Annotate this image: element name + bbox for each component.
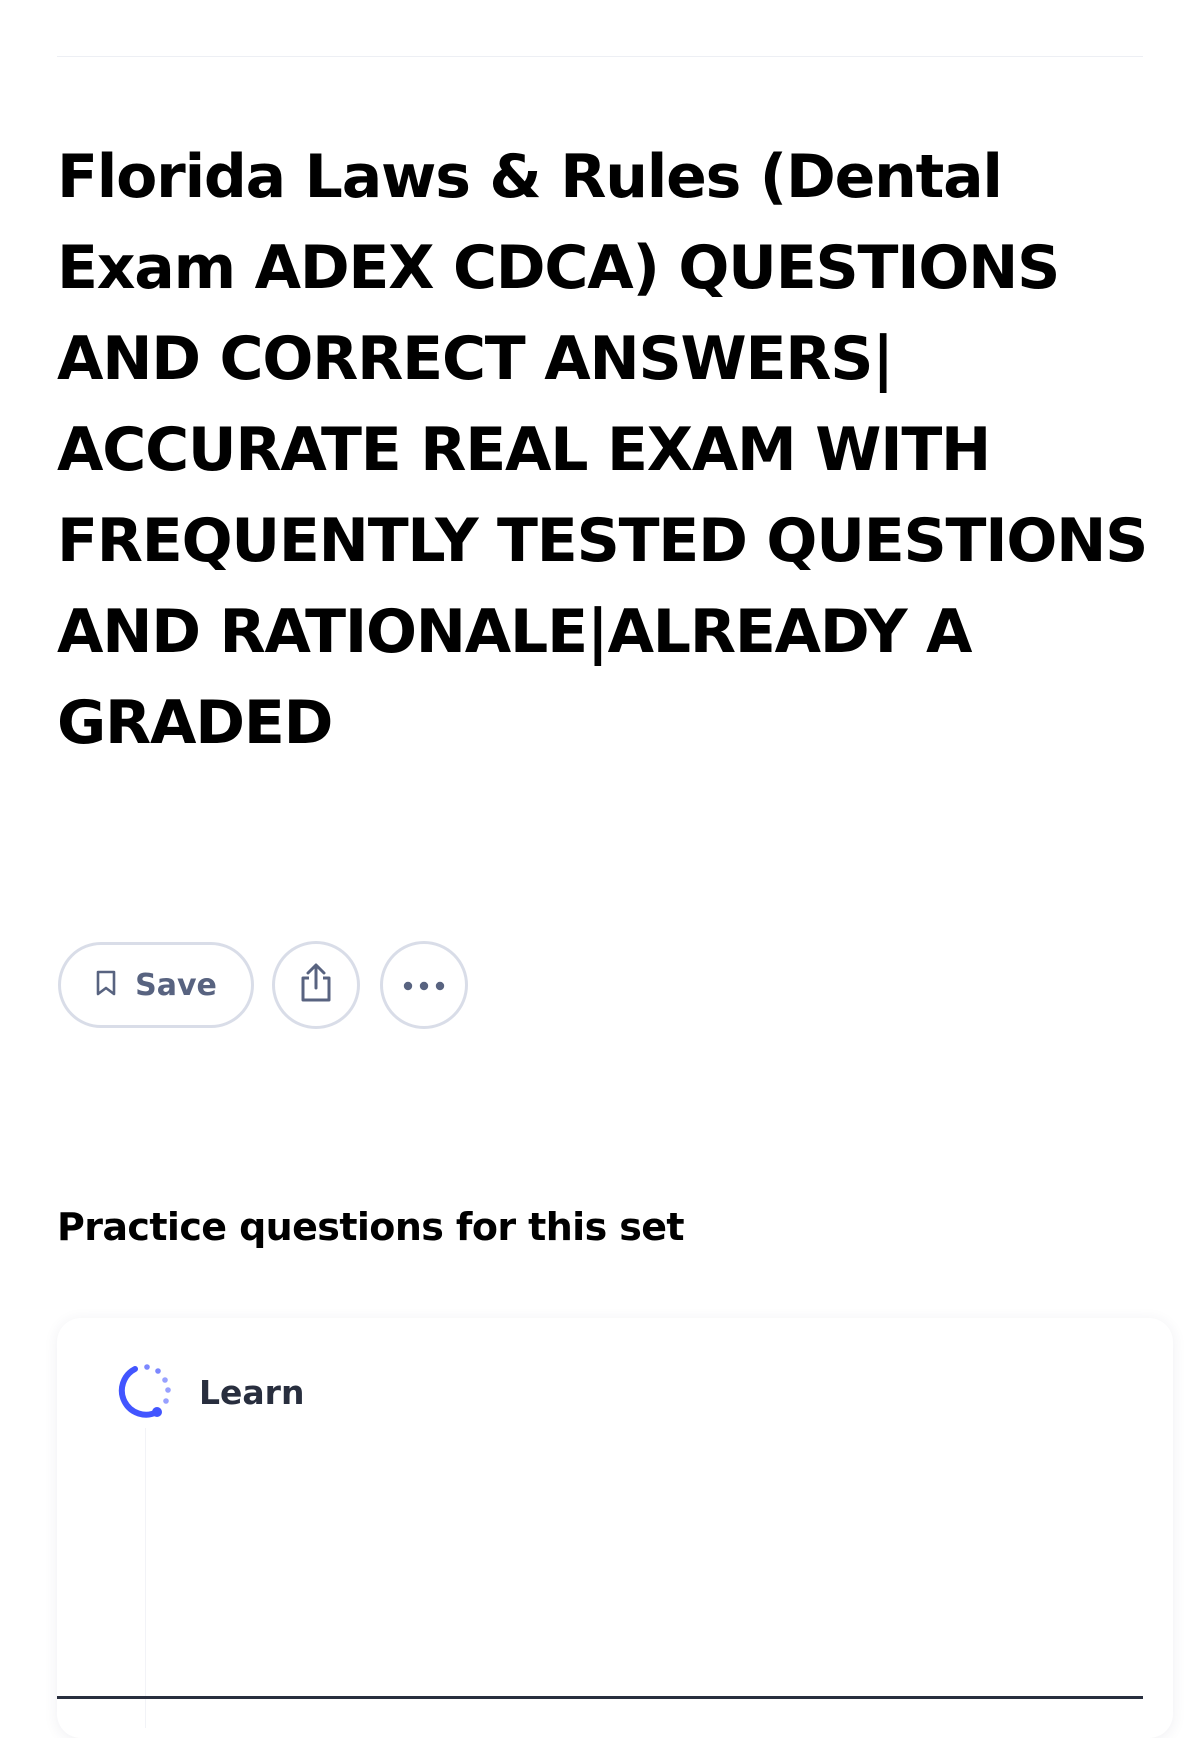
- more-dots-icon: [402, 976, 446, 995]
- share-button[interactable]: [272, 941, 360, 1029]
- learn-mode-label: Learn: [199, 1372, 305, 1412]
- page-title: Florida Laws & Rules (Dental Exam ADEX C…: [57, 142, 1148, 758]
- share-icon: [296, 962, 336, 1008]
- bottom-rule: [57, 1696, 1143, 1699]
- practice-section-heading: Practice questions for this set: [57, 1205, 685, 1249]
- set-action-bar: Save: [58, 940, 488, 1030]
- save-button[interactable]: Save: [58, 942, 254, 1028]
- learn-progress-icon: [113, 1358, 177, 1426]
- top-divider: [57, 56, 1143, 57]
- learn-mode-link[interactable]: Learn: [113, 1358, 304, 1426]
- practice-card: Learn: [57, 1318, 1173, 1738]
- more-options-button[interactable]: [380, 941, 468, 1029]
- save-button-label: Save: [135, 967, 217, 1003]
- bookmark-icon: [95, 969, 117, 1001]
- card-inner-divider: [145, 1428, 146, 1728]
